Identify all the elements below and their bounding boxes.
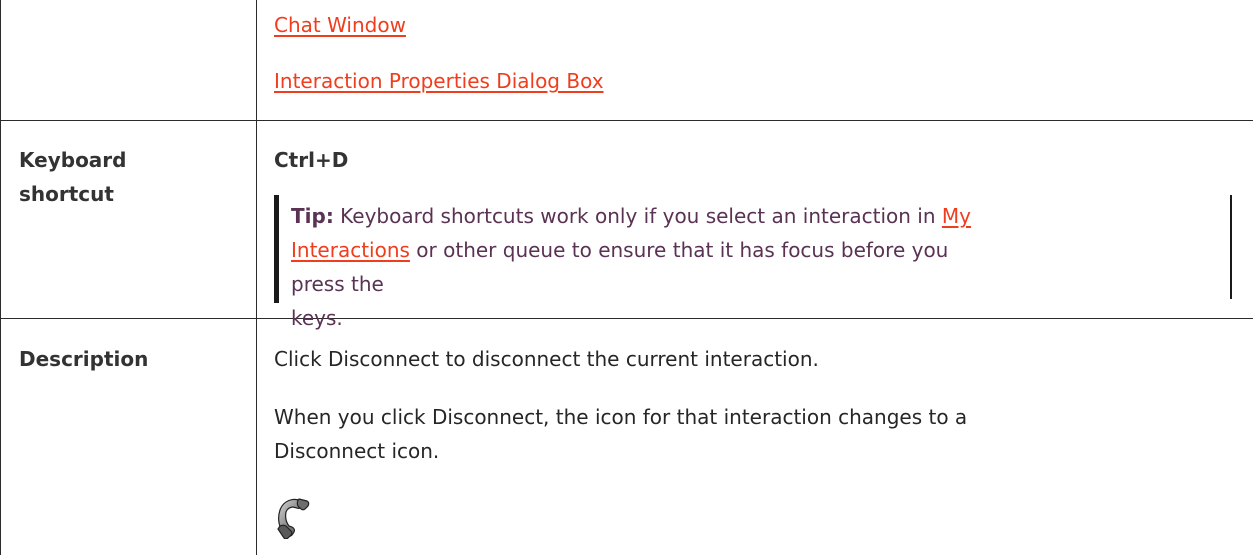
tip-line-1: Tip: Keyboard shortcuts work only if you… <box>291 204 971 228</box>
tip-label: Tip: <box>291 204 334 228</box>
description-paragraph-2-line-2: Disconnect icon. <box>274 439 440 463</box>
keyboard-label-line1: Keyboard <box>19 148 127 172</box>
keyboard-label-line2: shortcut <box>19 182 114 206</box>
my-interactions-link-part1[interactable]: My <box>942 204 971 228</box>
tip-callout: Tip: Keyboard shortcuts work only if you… <box>291 199 991 335</box>
table-column-divider <box>256 0 257 555</box>
tip-text-before-link: Keyboard shortcuts work only if you sele… <box>333 204 942 228</box>
tip-line-3: keys. <box>291 306 343 330</box>
description-paragraph-1: Click Disconnect to disconnect the curre… <box>274 347 819 371</box>
tip-left-bar <box>274 195 279 303</box>
description-label: Description <box>19 347 149 371</box>
chat-window-link[interactable]: Chat Window <box>274 8 406 42</box>
table-left-border <box>0 0 1 555</box>
help-table: Chat Window Interaction Properties Dialo… <box>0 0 1253 555</box>
my-interactions-link-part2[interactable]: Interactions <box>291 238 410 262</box>
row-divider-1 <box>0 120 1253 121</box>
disconnect-phone-icon <box>277 498 310 539</box>
interaction-properties-link[interactable]: Interaction Properties Dialog Box <box>274 64 604 98</box>
description-paragraph-2-line-1: When you click Disconnect, the icon for … <box>274 405 968 429</box>
shortcut-value: Ctrl+D <box>274 148 349 172</box>
tip-right-bar <box>1230 195 1232 299</box>
tip-line-2: Interactions or other queue to ensure th… <box>291 238 948 296</box>
